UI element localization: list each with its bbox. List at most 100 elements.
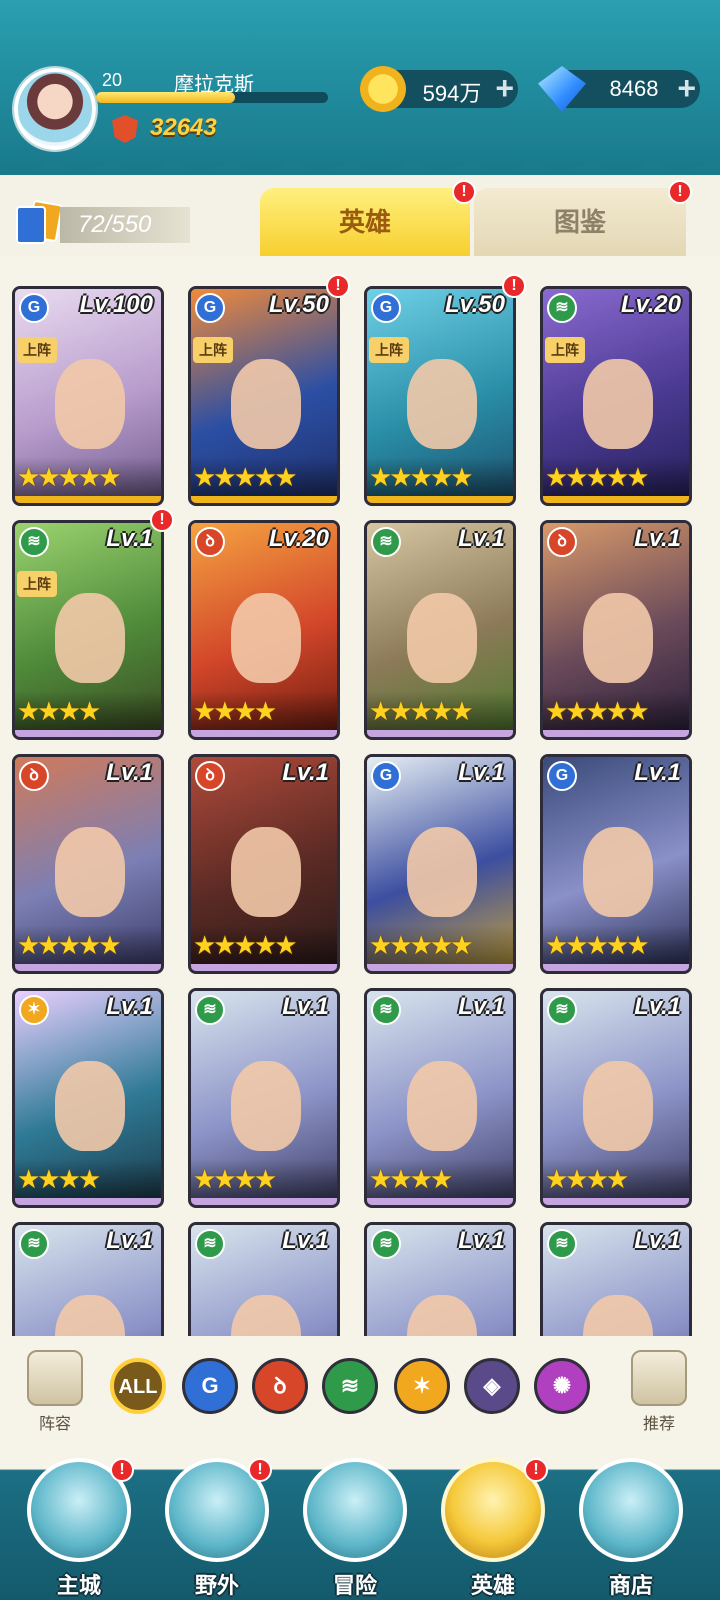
hero-level: Lv.1 (282, 759, 329, 786)
hero-portrait-face (55, 827, 125, 917)
nav-label: 英雄 (470, 1573, 515, 1598)
filter-fire-button[interactable]: ꝺ (252, 1358, 308, 1414)
water-element-icon: G (371, 761, 401, 791)
wind-element-icon: ≋ (371, 995, 401, 1025)
filter-water-button[interactable]: G (182, 1358, 238, 1414)
filter-void-button[interactable]: ✺ (534, 1358, 590, 1414)
star-rating: ★★★★★ (545, 930, 650, 960)
hero-card[interactable]: ꝺ Lv.1 ★★★★★ (12, 754, 164, 974)
lineup-button[interactable]: 阵容 (20, 1350, 90, 1436)
nav-knight-helmet-button[interactable]: 英雄! (438, 1458, 548, 1598)
nav-sword-button[interactable]: 冒险 (300, 1458, 410, 1598)
fire-element-icon: ꝺ (195, 527, 225, 557)
top-bar: 20 摩拉克斯 32643 594万 + 8468 + (0, 0, 720, 189)
recommend-label: 推荐 (642, 1416, 675, 1433)
card-rarity-bar (191, 730, 337, 737)
deployed-tag: 上阵 (193, 337, 233, 363)
hero-card[interactable]: ≋Lv.1★★★★ (188, 1222, 340, 1336)
hero-level: Lv.1 (634, 525, 681, 552)
filter-dark-button[interactable]: ◈ (464, 1358, 520, 1414)
gold-currency: 594万 + (360, 66, 518, 112)
hero-card[interactable]: ✶ Lv.1 ★★★★ (12, 988, 164, 1208)
tab-codex[interactable]: 图鉴 ! (474, 180, 692, 256)
card-rarity-bar (191, 1198, 337, 1205)
hero-card[interactable]: ≋ Lv.20 上阵 ★★★★★ (540, 286, 692, 506)
deployed-tag: 上阵 (17, 571, 57, 597)
hero-portrait-face (231, 593, 301, 683)
card-rarity-bar (191, 964, 337, 971)
recommend-button[interactable]: 推荐 (624, 1350, 694, 1436)
shop-icon (579, 1458, 683, 1562)
hero-portrait-face (583, 359, 653, 449)
star-rating: ★★★★ (17, 1164, 101, 1194)
tab-heroes[interactable]: 英雄 ! (260, 180, 476, 256)
hero-card[interactable]: G Lv.50 上阵 ★★★★★ (364, 286, 516, 506)
player-avatar[interactable] (14, 68, 96, 150)
hero-level: Lv.1 (634, 1227, 681, 1254)
hero-level: Lv.1 (106, 759, 153, 786)
hero-card[interactable]: ꝺ Lv.1 ★★★★★ (540, 520, 692, 740)
hero-card[interactable]: ≋ Lv.1 上阵 ★★★★ (12, 520, 164, 740)
star-rating: ★★★★★ (545, 696, 650, 726)
hero-card[interactable]: ≋ Lv.1 ★★★★★ (364, 520, 516, 740)
lineup-icon (27, 1350, 83, 1406)
hero-level: Lv.1 (458, 525, 505, 552)
nav-shop-button[interactable]: 商店 (576, 1458, 686, 1598)
gold-coin-icon (360, 66, 406, 112)
nav-portal-button[interactable]: 野外! (162, 1458, 272, 1598)
star-rating: ★★★★ (369, 1164, 453, 1194)
hero-card[interactable]: ≋Lv.1★★★★ (364, 988, 516, 1208)
add-gems-button[interactable]: + (677, 70, 696, 106)
deployed-tag: 上阵 (17, 337, 57, 363)
card-rarity-bar (543, 964, 689, 971)
hero-level: Lv.1 (106, 525, 153, 552)
hero-level: Lv.1 (106, 993, 153, 1020)
water-element-icon: G (195, 293, 225, 323)
star-rating: ★★★★ (17, 696, 101, 726)
power-shield-icon (112, 115, 138, 143)
hero-level: Lv.50 (268, 291, 329, 318)
hero-card[interactable]: ≋Lv.1★★★★ (540, 1222, 692, 1336)
hero-card[interactable]: G Lv.1 ★★★★★ (540, 754, 692, 974)
hero-card[interactable]: G Lv.50 上阵 ★★★★★ (188, 286, 340, 506)
hero-card[interactable]: ≋Lv.1★★★★ (12, 1222, 164, 1336)
diamond-icon (538, 66, 586, 112)
hero-card[interactable]: G Lv.1 ★★★★★ (364, 754, 516, 974)
filter-all-button[interactable]: ALL (110, 1358, 166, 1414)
hero-card[interactable]: ≋Lv.1★★★★ (540, 988, 692, 1208)
filter-wind-button[interactable]: ≋ (322, 1358, 378, 1414)
card-rarity-bar (15, 964, 161, 971)
wind-element-icon: ≋ (371, 527, 401, 557)
nav-castle-button[interactable]: 主城! (24, 1458, 134, 1598)
player-level: 20 (102, 70, 123, 90)
hero-portrait-face (583, 1061, 653, 1151)
hero-card[interactable]: ≋Lv.1★★★★ (364, 1222, 516, 1336)
xp-bar-fill (96, 92, 236, 103)
card-rarity-bar (543, 730, 689, 737)
add-gold-button[interactable]: + (495, 70, 514, 106)
star-rating: ★★★★ (193, 1164, 277, 1194)
wind-element-icon: ≋ (195, 995, 225, 1025)
hero-level: Lv.100 (79, 291, 153, 318)
hero-portrait-face (55, 593, 125, 683)
hero-portrait-face (407, 359, 477, 449)
star-rating: ★★★★★ (369, 930, 474, 960)
hero-portrait-face (407, 593, 477, 683)
filter-light-button[interactable]: ✶ (394, 1358, 450, 1414)
hero-portrait-face (231, 359, 301, 449)
hero-level: Lv.1 (458, 759, 505, 786)
fire-element-icon: ꝺ (19, 761, 49, 791)
nav-label: 主城 (56, 1573, 101, 1598)
hero-card[interactable]: ꝺ Lv.20 ★★★★ (188, 520, 340, 740)
hero-portrait-face (583, 827, 653, 917)
card-rarity-bar (15, 496, 161, 503)
wind-element-icon: ≋ (547, 293, 577, 323)
hero-level: Lv.1 (106, 1227, 153, 1254)
nav-label: 商店 (608, 1573, 653, 1598)
hero-card[interactable]: ≋Lv.1★★★★ (188, 988, 340, 1208)
card-rarity-bar (543, 1198, 689, 1205)
player-level-bar: 20 摩拉克斯 (96, 70, 328, 106)
hero-card[interactable]: ꝺ Lv.1 ★★★★★ (188, 754, 340, 974)
hero-card[interactable]: G Lv.100 上阵 ★★★★★ (12, 286, 164, 506)
deployed-tag: 上阵 (369, 337, 409, 363)
